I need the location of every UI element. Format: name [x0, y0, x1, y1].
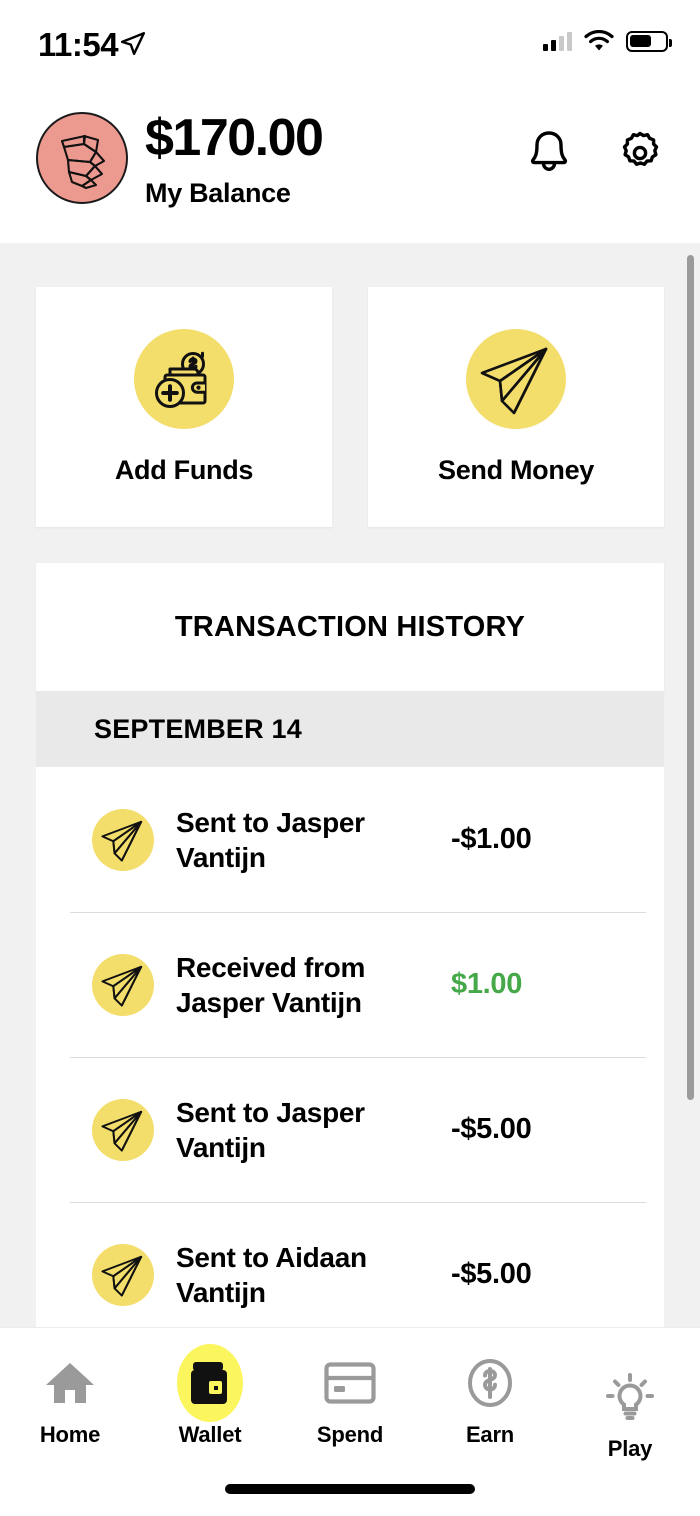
transaction-amount: -$5.00: [451, 1258, 532, 1290]
location-arrow-icon: [120, 32, 146, 56]
table-row[interactable]: Sent to Jasper Vantijn -$5.00: [36, 1057, 664, 1202]
transaction-history-title: TRANSACTION HISTORY: [174, 610, 526, 643]
status-bar: 11:54: [0, 0, 700, 88]
wifi-icon: [584, 30, 614, 51]
send-money-icon-bg: [466, 328, 566, 429]
transaction-amount: $1.00: [451, 968, 523, 1000]
bell-icon[interactable]: [526, 128, 572, 178]
credit-card-icon: [324, 1362, 376, 1404]
vertical-scrollbar[interactable]: [687, 255, 694, 1100]
send-money-card[interactable]: Send Money: [368, 287, 664, 527]
status-bar-time: 11:54: [38, 26, 119, 63]
transaction-history-panel: TRANSACTION HISTORY SEPTEMBER 14 Sent to…: [36, 563, 664, 1327]
app-screen: 11:54 $170.00 My Balance Add Funds Send …: [0, 0, 700, 1516]
transaction-date-label: SEPTEMBER 14: [94, 713, 302, 744]
transaction-name: Sent to Aidaan Vantijn: [176, 1241, 367, 1308]
quick-actions: Add Funds Send Money: [36, 287, 664, 527]
nav-label-home: Home: [39, 1422, 101, 1447]
nav-label-earn: Earn: [465, 1422, 515, 1447]
add-funds-label: Add Funds: [114, 454, 254, 485]
add-funds-card[interactable]: Add Funds: [36, 287, 332, 527]
table-row[interactable]: Received from Jasper Vantijn $1.00: [36, 912, 664, 1057]
transaction-amount: -$5.00: [451, 1113, 532, 1145]
transaction-amount: -$1.00: [451, 823, 532, 855]
gear-icon[interactable]: [616, 129, 664, 177]
dollar-coin-icon: [468, 1359, 512, 1407]
home-icon: [46, 1363, 94, 1403]
nav-label-wallet: Wallet: [178, 1422, 242, 1447]
nav-item-spend[interactable]: Spend: [280, 1354, 420, 1478]
paper-plane-icon: [101, 1110, 143, 1152]
origami-toucan-avatar: [60, 134, 106, 190]
battery-icon: [626, 30, 672, 52]
add-funds-icon-bg: [134, 328, 234, 429]
table-row[interactable]: Sent to Aidaan Vantijn -$5.00: [36, 1202, 664, 1327]
main-content: Add Funds Send Money TRANSACTION HISTORY…: [0, 243, 700, 1327]
send-money-label: Send Money: [437, 454, 595, 485]
wallet-icon: [191, 1362, 227, 1404]
transaction-type-icon-bg: [92, 1098, 154, 1161]
transaction-date-group: SEPTEMBER 14: [36, 691, 664, 767]
nav-item-wallet[interactable]: Wallet: [140, 1344, 280, 1478]
nav-item-play[interactable]: Play: [560, 1354, 700, 1478]
transaction-name: Received from Jasper Vantijn: [176, 951, 366, 1018]
transaction-name: Sent to Jasper Vantijn: [176, 806, 365, 873]
nav-label-play: Play: [607, 1436, 653, 1461]
avatar[interactable]: [36, 112, 128, 204]
account-header: $170.00 My Balance: [0, 88, 700, 243]
paper-plane-icon: [101, 820, 143, 862]
balance-amount: $170.00: [145, 109, 324, 167]
nav-item-earn[interactable]: Earn: [420, 1354, 560, 1478]
paper-plane-icon: [101, 965, 143, 1007]
status-bar-indicators: [543, 30, 672, 52]
bottom-navigation: Home Wallet Spend Earn Play: [0, 1327, 700, 1516]
paper-plane-icon: [480, 347, 548, 414]
transaction-list: Sent to Jasper Vantijn -$1.00 Received f…: [36, 767, 664, 1327]
transaction-name: Sent to Jasper Vantijn: [176, 1096, 365, 1163]
transaction-history-header: TRANSACTION HISTORY: [36, 563, 664, 691]
lightbulb-icon: [606, 1373, 654, 1420]
paper-plane-icon: [101, 1255, 143, 1297]
transaction-type-icon-bg: [92, 808, 154, 871]
home-indicator: [225, 1484, 475, 1494]
cellular-signal-icon: [543, 31, 572, 51]
balance-label: My Balance: [145, 178, 291, 208]
transaction-type-icon-bg: [92, 1243, 154, 1306]
nav-item-home[interactable]: Home: [0, 1354, 140, 1478]
table-row[interactable]: Sent to Jasper Vantijn -$1.00: [36, 767, 664, 912]
wallet-add-icon: [155, 351, 207, 408]
transaction-type-icon-bg: [92, 953, 154, 1016]
nav-label-spend: Spend: [316, 1422, 384, 1447]
